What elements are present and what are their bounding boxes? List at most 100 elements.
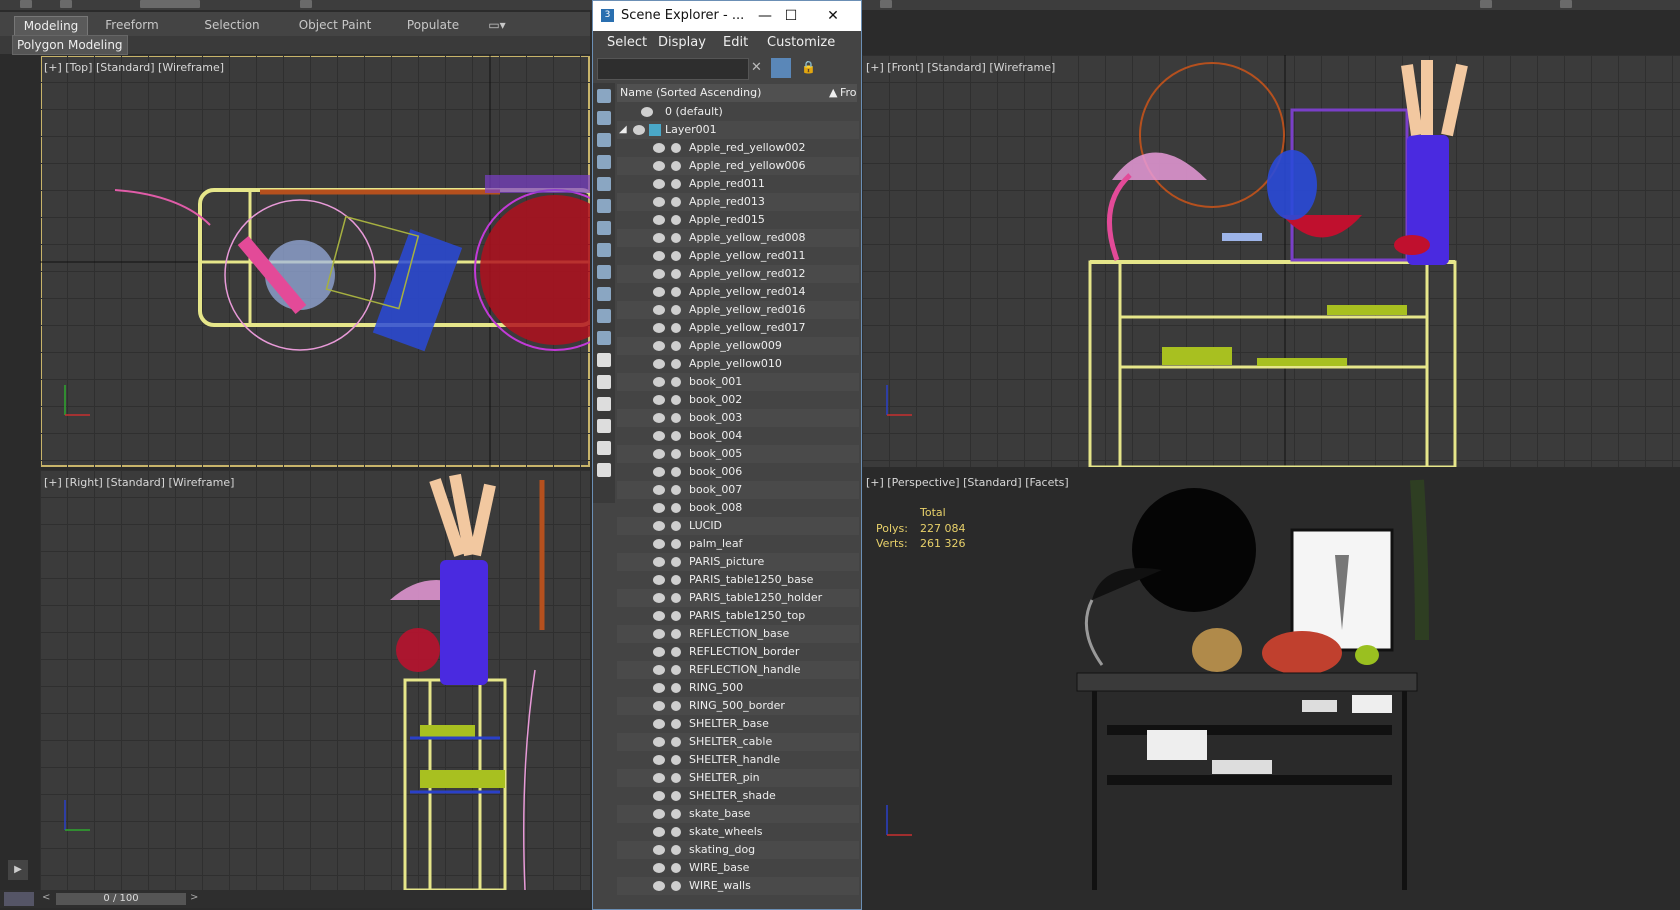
display-spacewarps-icon[interactable] bbox=[597, 199, 611, 213]
object-row[interactable]: book_008 bbox=[617, 499, 859, 517]
visibility-eye-icon[interactable] bbox=[653, 521, 665, 531]
visibility-eye-icon[interactable] bbox=[653, 791, 665, 801]
filter-toggle-icon[interactable] bbox=[597, 419, 611, 433]
visibility-eye-icon[interactable] bbox=[653, 197, 665, 207]
visibility-eye-icon[interactable] bbox=[653, 431, 665, 441]
undo-icon[interactable] bbox=[20, 0, 32, 8]
clear-search-icon[interactable]: ✕ bbox=[751, 60, 762, 75]
visibility-eye-icon[interactable] bbox=[653, 845, 665, 855]
object-row[interactable]: PARIS_table1250_base bbox=[617, 571, 859, 589]
play-icon[interactable]: ▶ bbox=[8, 860, 28, 880]
menu-display[interactable]: Display bbox=[658, 35, 706, 50]
selection-filter-dropdown[interactable] bbox=[140, 0, 200, 8]
visibility-eye-icon[interactable] bbox=[653, 827, 665, 837]
display-xrefs-icon[interactable] bbox=[597, 243, 611, 257]
ribbon-options-icon[interactable]: ▭▾ bbox=[482, 16, 512, 34]
object-row[interactable]: PARIS_table1250_top bbox=[617, 607, 859, 625]
scene-explorer-titlebar[interactable]: 3 Scene Explorer - ... — ☐ ✕ bbox=[593, 1, 861, 31]
render-setup-icon[interactable] bbox=[1560, 0, 1572, 8]
sync-selection-icon[interactable] bbox=[597, 463, 611, 477]
object-row[interactable]: book_004 bbox=[617, 427, 859, 445]
viewport-layout-icon[interactable] bbox=[4, 892, 34, 906]
visibility-eye-icon[interactable] bbox=[653, 305, 665, 315]
visibility-eye-icon[interactable] bbox=[653, 143, 665, 153]
visibility-eye-icon[interactable] bbox=[653, 719, 665, 729]
visibility-eye-icon[interactable] bbox=[633, 125, 645, 135]
object-row[interactable]: REFLECTION_border bbox=[617, 643, 859, 661]
menu-customize[interactable]: Customize bbox=[767, 35, 835, 50]
visibility-eye-icon[interactable] bbox=[653, 377, 665, 387]
object-row[interactable]: WIRE_walls bbox=[617, 877, 859, 895]
expand-arrow-icon[interactable]: ◢ bbox=[619, 121, 627, 139]
visibility-eye-icon[interactable] bbox=[653, 773, 665, 783]
visibility-eye-icon[interactable] bbox=[653, 647, 665, 657]
next-frame-icon[interactable]: > bbox=[190, 892, 200, 906]
display-geometry-icon[interactable] bbox=[597, 89, 611, 103]
object-row[interactable]: SHELTER_base bbox=[617, 715, 859, 733]
visibility-eye-icon[interactable] bbox=[653, 449, 665, 459]
menu-edit[interactable]: Edit bbox=[723, 35, 748, 50]
viewport-top[interactable]: [+] [Top] [Standard] [Wireframe] bbox=[40, 55, 590, 467]
object-row[interactable]: Apple_yellow_red016 bbox=[617, 301, 859, 319]
object-row[interactable]: Apple_yellow009 bbox=[617, 337, 859, 355]
object-row[interactable]: palm_leaf bbox=[617, 535, 859, 553]
object-row[interactable]: SHELTER_shade bbox=[617, 787, 859, 805]
display-all-icon[interactable] bbox=[597, 353, 611, 367]
visibility-eye-icon[interactable] bbox=[653, 323, 665, 333]
layer-row-layer001[interactable]: ◢ Layer001 bbox=[617, 121, 859, 139]
select-move-icon[interactable] bbox=[300, 0, 312, 8]
object-row[interactable]: Apple_yellow010 bbox=[617, 355, 859, 373]
object-row[interactable]: Apple_yellow_red008 bbox=[617, 229, 859, 247]
scene-search-input[interactable] bbox=[597, 58, 749, 80]
layer-row-default[interactable]: 0 (default) bbox=[617, 103, 859, 121]
viewport-perspective[interactable]: [+] [Perspective] [Standard] [Facets] To… bbox=[862, 470, 1680, 890]
visibility-eye-icon[interactable] bbox=[653, 395, 665, 405]
object-row[interactable]: book_007 bbox=[617, 481, 859, 499]
object-row[interactable]: Apple_yellow_red011 bbox=[617, 247, 859, 265]
visibility-eye-icon[interactable] bbox=[653, 179, 665, 189]
close-button[interactable]: ✕ bbox=[819, 5, 847, 27]
visibility-eye-icon[interactable] bbox=[653, 557, 665, 567]
link-icon[interactable] bbox=[60, 0, 72, 8]
object-row[interactable]: book_005 bbox=[617, 445, 859, 463]
visibility-eye-icon[interactable] bbox=[653, 539, 665, 549]
visibility-eye-icon[interactable] bbox=[653, 269, 665, 279]
display-frozen-icon[interactable] bbox=[597, 309, 611, 323]
object-row[interactable]: book_003 bbox=[617, 409, 859, 427]
object-row[interactable]: REFLECTION_base bbox=[617, 625, 859, 643]
display-helpers-icon[interactable] bbox=[597, 177, 611, 191]
column-header-frozen[interactable]: Fro bbox=[840, 84, 857, 102]
visibility-eye-icon[interactable] bbox=[653, 251, 665, 261]
display-lights-icon[interactable] bbox=[597, 133, 611, 147]
tab-modeling[interactable]: Modeling bbox=[14, 16, 88, 36]
visibility-eye-icon[interactable] bbox=[653, 611, 665, 621]
object-row[interactable]: PARIS_table1250_holder bbox=[617, 589, 859, 607]
display-bones-icon[interactable] bbox=[597, 265, 611, 279]
visibility-eye-icon[interactable] bbox=[653, 881, 665, 891]
display-containers-icon[interactable] bbox=[597, 287, 611, 301]
visibility-eye-icon[interactable] bbox=[653, 665, 665, 675]
visibility-eye-icon[interactable] bbox=[653, 593, 665, 603]
visibility-eye-icon[interactable] bbox=[653, 359, 665, 369]
object-row[interactable]: PARIS_picture bbox=[617, 553, 859, 571]
render-icon[interactable] bbox=[880, 0, 892, 8]
ribbon-subpanel-polygon-modeling[interactable]: Polygon Modeling bbox=[12, 35, 128, 55]
object-row[interactable]: LUCID bbox=[617, 517, 859, 535]
display-none-icon[interactable] bbox=[597, 375, 611, 389]
visibility-eye-icon[interactable] bbox=[653, 863, 665, 873]
visibility-eye-icon[interactable] bbox=[653, 503, 665, 513]
tab-selection[interactable]: Selection bbox=[190, 16, 274, 34]
object-row[interactable]: Apple_red015 bbox=[617, 211, 859, 229]
visibility-eye-icon[interactable] bbox=[653, 215, 665, 225]
object-row[interactable]: Apple_yellow_red014 bbox=[617, 283, 859, 301]
object-row[interactable]: SHELTER_cable bbox=[617, 733, 859, 751]
object-row[interactable]: Apple_yellow_red012 bbox=[617, 265, 859, 283]
object-row[interactable]: book_006 bbox=[617, 463, 859, 481]
visibility-eye-icon[interactable] bbox=[653, 341, 665, 351]
tab-freeform[interactable]: Freeform bbox=[96, 16, 168, 34]
object-row[interactable]: book_002 bbox=[617, 391, 859, 409]
visibility-eye-icon[interactable] bbox=[653, 485, 665, 495]
object-row[interactable]: RING_500 bbox=[617, 679, 859, 697]
object-row[interactable]: skate_base bbox=[617, 805, 859, 823]
object-row[interactable]: skating_dog bbox=[617, 841, 859, 859]
